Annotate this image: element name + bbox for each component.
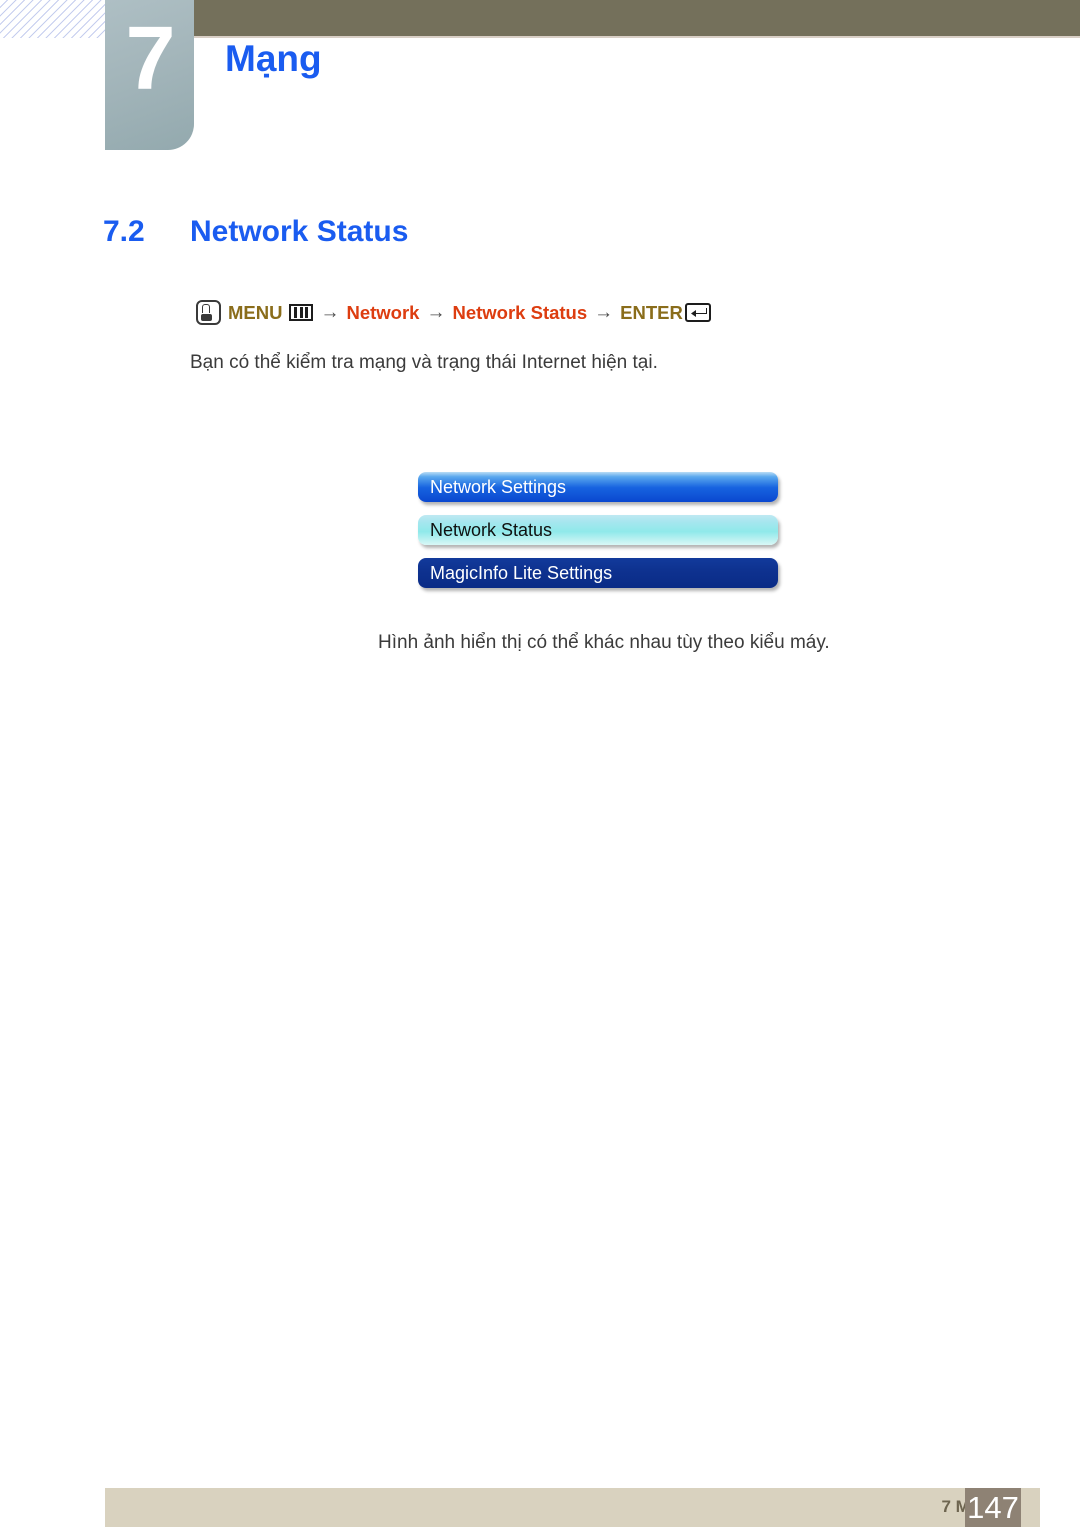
menu-path-breadcrumb: MENU → Network → Network Status → ENTER [196,300,711,325]
menu-path-step-1: Network [346,301,420,323]
chapter-tab: 7 [105,0,194,150]
osd-menu-item-label: Network Status [430,519,553,540]
osd-menu-item-network-settings: Network Settings [418,472,778,502]
page-title: Network Status [190,215,409,248]
enter-key-icon [684,303,711,322]
intro-paragraph: Bạn có thể kiểm tra mạng và trạng thái I… [190,352,658,373]
decorative-hatch-pattern [0,0,106,38]
path-arrow-2: → [426,301,446,323]
menu-bars-icon [289,304,314,321]
osd-menu-item-network-status: Network Status [418,515,778,545]
osd-menu-item-label: Network Settings [430,476,567,497]
path-arrow-1: → [320,301,340,323]
header-bar [193,0,1080,36]
menu-path-menu-label: MENU [228,301,283,323]
chapter-number: 7 [125,9,175,109]
menu-path-step-2: Network Status [452,301,588,323]
osd-menu-item-magicinfo-lite-settings: MagicInfo Lite Settings [418,558,778,588]
path-arrow-3: → [594,301,614,323]
hand-press-icon [196,300,221,325]
osd-menu-illustration: Network Settings Network Status MagicInf… [418,472,778,588]
chapter-title: Mạng [225,38,322,79]
figure-caption: Hình ảnh hiển thị có thể khác nhau tùy t… [378,632,830,653]
section-number: 7.2 [103,215,145,248]
footer-bar [105,1488,1040,1527]
header-bar-underline [193,36,1080,38]
osd-menu-item-label: MagicInfo Lite Settings [430,562,613,583]
page-number: 147 [967,1490,1019,1525]
menu-path-enter-label: ENTER [620,301,683,323]
